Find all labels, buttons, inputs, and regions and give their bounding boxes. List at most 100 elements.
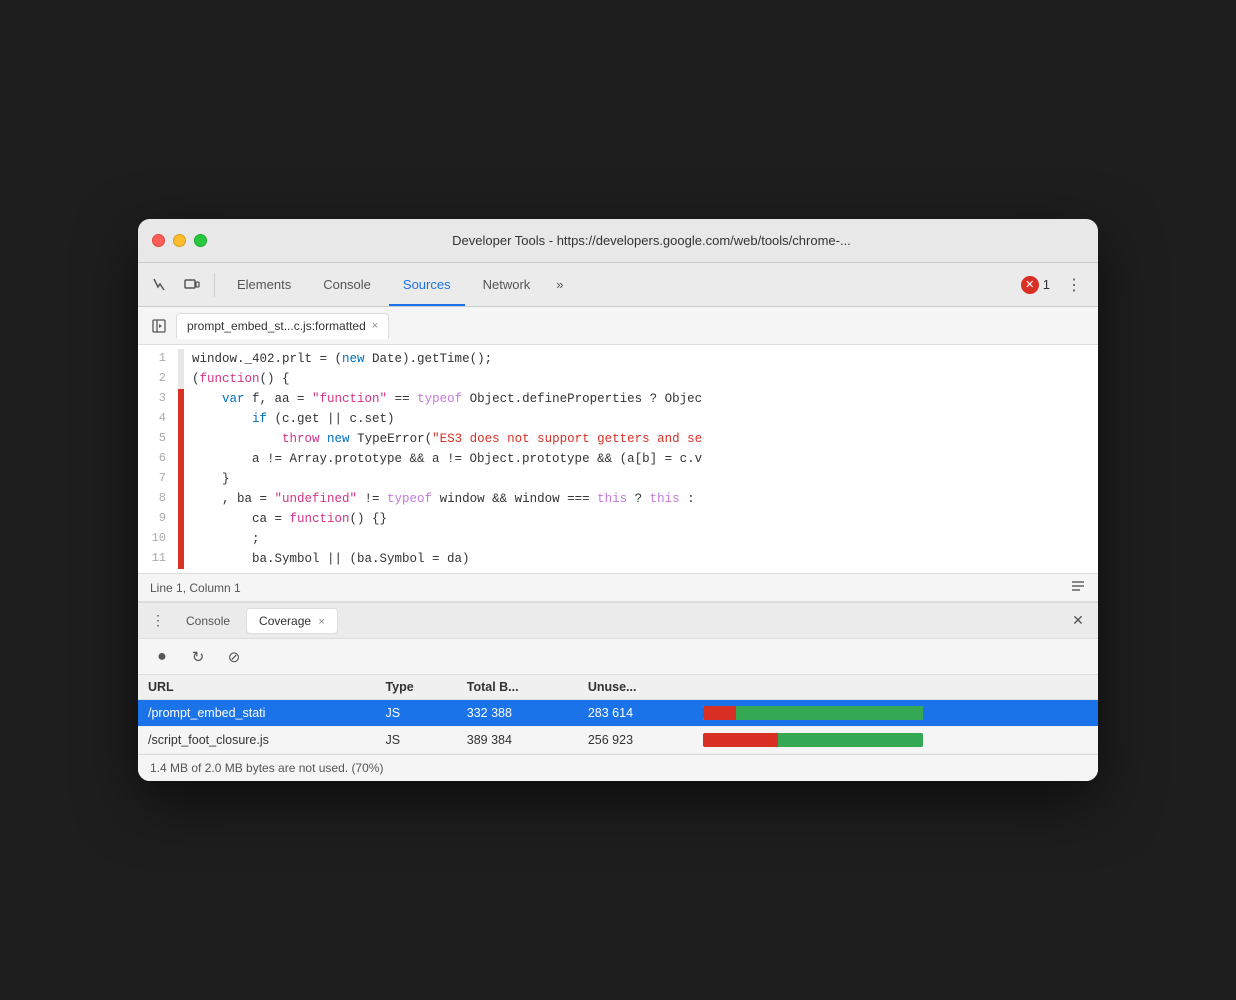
tab-more[interactable]: » — [548, 273, 571, 296]
tab-elements[interactable]: Elements — [223, 271, 305, 298]
line-code-10: ; — [192, 529, 1098, 549]
line-gutter-9 — [178, 509, 184, 529]
col-unused: Unuse... — [578, 675, 694, 700]
tab-divider — [214, 273, 215, 297]
coverage-footer: 1.4 MB of 2.0 MB bytes are not used. (70… — [138, 754, 1098, 781]
cell-type: JS — [375, 700, 456, 727]
tab-coverage[interactable]: Coverage × — [246, 608, 338, 634]
file-tabbar: prompt_embed_st...c.js:formatted × — [138, 307, 1098, 345]
cell-type: JS — [375, 727, 456, 754]
file-tab-name: prompt_embed_st...c.js:formatted — [187, 319, 366, 333]
format-icon[interactable] — [1070, 578, 1086, 594]
line-number-7: 7 — [138, 469, 178, 488]
line-code-7: } — [192, 469, 1098, 489]
status-right — [1070, 578, 1086, 597]
code-editor[interactable]: 1 window._402.prlt = (new Date).getTime(… — [138, 345, 1098, 573]
file-tab-close-icon[interactable]: × — [372, 320, 378, 332]
line-gutter-6 — [178, 449, 184, 469]
line-number-5: 5 — [138, 429, 178, 448]
tab-console[interactable]: Console — [309, 271, 385, 298]
line-gutter-10 — [178, 529, 184, 549]
line-number-10: 10 — [138, 529, 178, 548]
toggle-sidebar-icon[interactable] — [146, 313, 172, 339]
line-number-1: 1 — [138, 349, 178, 368]
window-title: Developer Tools - https://developers.goo… — [219, 233, 1084, 248]
line-gutter-8 — [178, 489, 184, 509]
device-toggle-icon[interactable] — [178, 271, 206, 299]
code-line-9: 9 ca = function() {} — [138, 509, 1098, 529]
status-bar: Line 1, Column 1 — [138, 573, 1098, 601]
error-count: 1 — [1043, 277, 1050, 292]
line-number-6: 6 — [138, 449, 178, 468]
cell-total: 332 388 — [457, 700, 578, 727]
code-line-10: 10 ; — [138, 529, 1098, 549]
col-type: Type — [375, 675, 456, 700]
record-coverage-button[interactable]: ● — [150, 645, 174, 669]
line-number-9: 9 — [138, 509, 178, 528]
line-code-8: , ba = "undefined" != typeof window && w… — [192, 489, 1098, 509]
code-line-5: 5 throw new TypeError("ES3 does not supp… — [138, 429, 1098, 449]
line-code-3: var f, aa = "function" == typeof Object.… — [192, 389, 1098, 409]
devtools-tabbar: Elements Console Sources Network » ✕ 1 ⋮ — [138, 263, 1098, 307]
kebab-menu-button[interactable]: ⋮ — [1058, 271, 1090, 299]
main-content: prompt_embed_st...c.js:formatted × 1 win… — [138, 307, 1098, 601]
coverage-tab-close[interactable]: × — [318, 616, 324, 628]
maximize-button[interactable] — [194, 234, 207, 247]
line-code-5: throw new TypeError("ES3 does not suppor… — [192, 429, 1098, 449]
code-line-3: 3 var f, aa = "function" == typeof Objec… — [138, 389, 1098, 409]
reload-button[interactable]: ↻ — [186, 645, 210, 669]
table-row[interactable]: /script_foot_closure.jsJS389 384256 923 — [138, 727, 1098, 754]
table-row[interactable]: /prompt_embed_statiJS332 388283 614 — [138, 700, 1098, 727]
line-gutter-5 — [178, 429, 184, 449]
line-code-2: (function() { — [192, 369, 1098, 389]
code-line-2: 2 (function() { — [138, 369, 1098, 389]
code-line-11: 11 ba.Symbol || (ba.Symbol = da) — [138, 549, 1098, 569]
cell-total: 389 384 — [457, 727, 578, 754]
coverage-table-container: URL Type Total B... Unuse... /prompt_emb… — [138, 675, 1098, 754]
clear-button[interactable]: ⊘ — [222, 645, 246, 669]
line-number-3: 3 — [138, 389, 178, 408]
file-tab-active[interactable]: prompt_embed_st...c.js:formatted × — [176, 313, 389, 339]
line-gutter-4 — [178, 409, 184, 429]
code-line-4: 4 if (c.get || c.set) — [138, 409, 1098, 429]
tab-console-bottom[interactable]: Console — [174, 609, 242, 633]
code-line-6: 6 a != Array.prototype && a != Object.pr… — [138, 449, 1098, 469]
line-code-4: if (c.get || c.set) — [192, 409, 1098, 429]
tab-sources[interactable]: Sources — [389, 271, 465, 298]
cell-bar — [693, 700, 1098, 727]
titlebar: Developer Tools - https://developers.goo… — [138, 219, 1098, 263]
cell-bar — [693, 727, 1098, 754]
line-code-6: a != Array.prototype && a != Object.prot… — [192, 449, 1098, 469]
col-bar — [693, 675, 1098, 700]
code-line-8: 8 , ba = "undefined" != typeof window &&… — [138, 489, 1098, 509]
tabsbar-right: ✕ 1 ⋮ — [1021, 271, 1090, 299]
bottom-panel-kebab[interactable]: ⋮ — [146, 609, 170, 633]
cell-url: /prompt_embed_stati — [138, 700, 375, 727]
code-line-1: 1 window._402.prlt = (new Date).getTime(… — [138, 349, 1098, 369]
line-code-11: ba.Symbol || (ba.Symbol = da) — [192, 549, 1098, 569]
inspect-icon[interactable] — [146, 271, 174, 299]
line-gutter-1 — [178, 349, 184, 369]
traffic-lights — [152, 234, 207, 247]
line-number-11: 11 — [138, 549, 178, 568]
cell-unused: 283 614 — [578, 700, 694, 727]
line-gutter-11 — [178, 549, 184, 569]
tab-network[interactable]: Network — [469, 271, 545, 298]
bottom-panel: ⋮ Console Coverage × ✕ ● ↻ ⊘ URL Type — [138, 601, 1098, 781]
footer-text: 1.4 MB of 2.0 MB bytes are not used. (70… — [150, 761, 383, 775]
coverage-toolbar: ● ↻ ⊘ — [138, 639, 1098, 675]
bottom-tabbar: ⋮ Console Coverage × ✕ — [138, 603, 1098, 639]
error-icon: ✕ — [1021, 276, 1039, 294]
line-code-9: ca = function() {} — [192, 509, 1098, 529]
col-total: Total B... — [457, 675, 578, 700]
minimize-button[interactable] — [173, 234, 186, 247]
devtools-window: Developer Tools - https://developers.goo… — [138, 219, 1098, 781]
line-gutter-2 — [178, 369, 184, 389]
cell-unused: 256 923 — [578, 727, 694, 754]
line-number-8: 8 — [138, 489, 178, 508]
line-number-2: 2 — [138, 369, 178, 388]
col-url: URL — [138, 675, 375, 700]
line-number-4: 4 — [138, 409, 178, 428]
close-button[interactable] — [152, 234, 165, 247]
close-bottom-panel[interactable]: ✕ — [1066, 609, 1090, 633]
